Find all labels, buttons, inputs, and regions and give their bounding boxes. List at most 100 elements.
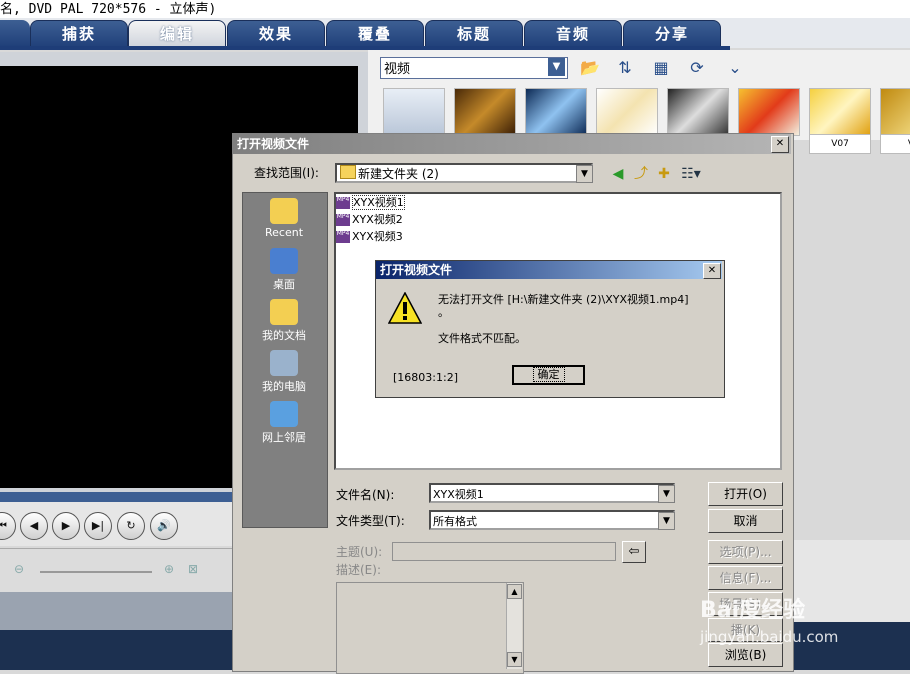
repeat-icon[interactable]: ↻ (117, 512, 145, 540)
desktop-icon (270, 248, 298, 274)
view-menu-icon[interactable]: ☷▾ (678, 165, 704, 183)
place-network[interactable]: 网上邻居 (242, 401, 326, 445)
cancel-button[interactable]: 取消 (708, 509, 783, 533)
place-label: 桌面 (273, 278, 295, 291)
place-my-computer[interactable]: 我的电脑 (242, 350, 326, 394)
place-recent[interactable]: Recent (242, 198, 326, 239)
chevron-down-icon[interactable]: ▼ (658, 512, 675, 530)
window-title: 名, DVD PAL 720*576 - 立体声) (0, 2, 217, 17)
place-label: Recent (264, 226, 304, 239)
ok-button[interactable]: 确定 (512, 365, 585, 385)
file-item[interactable]: MP4 XYX视频2 (336, 211, 403, 227)
subject-label: 主题(U): (336, 545, 383, 559)
open-button[interactable]: 打开(O) (708, 482, 783, 506)
my-computer-icon (270, 350, 298, 376)
browse-button[interactable]: 浏览(B) (708, 643, 783, 667)
library-category-value: 视频 (384, 62, 411, 77)
close-icon[interactable]: ✕ (771, 136, 789, 153)
zoom-slider[interactable] (40, 571, 152, 573)
mp4-file-icon: MP4 (336, 231, 350, 243)
file-type-value: 所有格式 (433, 515, 477, 528)
thumb-label: V07 (809, 134, 871, 154)
error-code: [16803:1:2] (393, 371, 458, 384)
warning-icon (388, 292, 422, 324)
expand-icon[interactable]: ⌄ (722, 56, 748, 80)
dialog-title-bar[interactable] (233, 134, 791, 154)
place-label: 网上邻居 (262, 431, 306, 444)
look-in-value: 新建文件夹 (2) (358, 167, 439, 181)
library-thumb[interactable] (383, 88, 445, 136)
library-thumb[interactable] (454, 88, 516, 136)
next-frame-icon[interactable]: ▶| (84, 512, 112, 540)
subject-field (392, 542, 616, 561)
library-thumb[interactable] (809, 88, 871, 136)
file-item[interactable]: MP4 XYX视频1 (336, 194, 405, 210)
chevron-down-icon[interactable]: ▼ (548, 58, 565, 76)
file-name: XYX视频2 (352, 213, 403, 226)
file-name: XYX视频3 (352, 230, 403, 243)
recent-icon (270, 198, 298, 224)
folder-icon (340, 165, 356, 179)
refresh-icon[interactable]: ⟳ (684, 56, 710, 80)
sort-icon[interactable]: ⇅ (612, 56, 638, 80)
tab-capture[interactable]: 捕获 (30, 20, 128, 48)
file-name-label: 文件名(N): (336, 488, 395, 502)
watermark: Bai度经验 (700, 598, 806, 623)
my-documents-icon (270, 299, 298, 325)
chevron-down-icon[interactable]: ▼ (658, 485, 675, 503)
back-icon[interactable]: ◀ (609, 165, 627, 183)
timeline-track (0, 630, 232, 670)
library-thumb[interactable] (738, 88, 800, 136)
new-folder-icon[interactable]: ✚ (655, 165, 673, 183)
mp4-file-icon: MP4 (336, 197, 350, 209)
tab-left-cap (0, 20, 30, 46)
file-name-value: XYX视频1 (433, 488, 484, 501)
look-in-label: 查找范围(I): (254, 166, 319, 180)
tab-overlay[interactable]: 覆叠 (326, 20, 424, 48)
tab-share[interactable]: 分享 (623, 20, 721, 48)
place-label: 我的电脑 (262, 380, 306, 393)
arrow-left-icon[interactable]: ⇦ (622, 541, 646, 563)
place-label: 我的文档 (262, 329, 306, 342)
library-thumb[interactable] (880, 88, 910, 136)
mp4-file-icon: MP4 (336, 214, 350, 226)
prev-frame-icon[interactable]: ◀ (20, 512, 48, 540)
fit-icon[interactable]: ⊠ (188, 562, 198, 576)
zoom-in-icon[interactable]: ⊕ (164, 562, 174, 576)
thumb-label: V (880, 134, 910, 154)
place-desktop[interactable]: 桌面 (242, 248, 326, 292)
description-box (336, 582, 524, 674)
error-message-continuation: 。 (438, 306, 449, 319)
watermark-url: jingyan.baidu.com (700, 628, 839, 646)
place-my-documents[interactable]: 我的文档 (242, 299, 326, 343)
library-thumb[interactable] (667, 88, 729, 136)
tab-audio[interactable]: 音频 (524, 20, 622, 48)
scroll-up-icon[interactable]: ▲ (507, 584, 522, 599)
library-manager-icon[interactable]: ▦ (648, 56, 674, 80)
zoom-out-icon[interactable]: ⊖ (14, 562, 24, 576)
file-type-label: 文件类型(T): (336, 514, 405, 528)
playback-scrubber[interactable] (0, 492, 232, 502)
file-name: XYX视频1 (352, 195, 405, 210)
error-dialog-title: 打开视频文件 (380, 263, 453, 277)
description-label: 描述(E): (336, 563, 381, 577)
ok-button-label: 确定 (532, 367, 565, 382)
library-thumb[interactable] (525, 88, 587, 136)
open-folder-icon[interactable]: 📂 (577, 56, 603, 80)
error-message: 无法打开文件 [H:\新建文件夹 (2)\XYX视频1.mp4] (438, 293, 689, 306)
chevron-down-icon[interactable]: ▼ (576, 165, 593, 183)
scroll-down-icon[interactable]: ▼ (507, 652, 522, 667)
volume-icon[interactable]: 🔊 (150, 512, 178, 540)
tab-effect[interactable]: 效果 (227, 20, 325, 48)
file-item[interactable]: MP4 XYX视频3 (336, 228, 403, 244)
close-icon[interactable]: ✕ (703, 263, 721, 279)
up-folder-icon[interactable]: ⤴ (632, 165, 650, 183)
play-icon[interactable]: ▶ (52, 512, 80, 540)
network-icon (270, 401, 298, 427)
library-thumb[interactable] (596, 88, 658, 136)
tab-title[interactable]: 标题 (425, 20, 523, 48)
info-button[interactable]: 信息(F)... (708, 566, 783, 590)
tab-edit[interactable]: 编辑 (128, 20, 226, 48)
options-button[interactable]: 选项(P)... (708, 540, 783, 564)
dialog-title: 打开视频文件 (237, 137, 310, 151)
